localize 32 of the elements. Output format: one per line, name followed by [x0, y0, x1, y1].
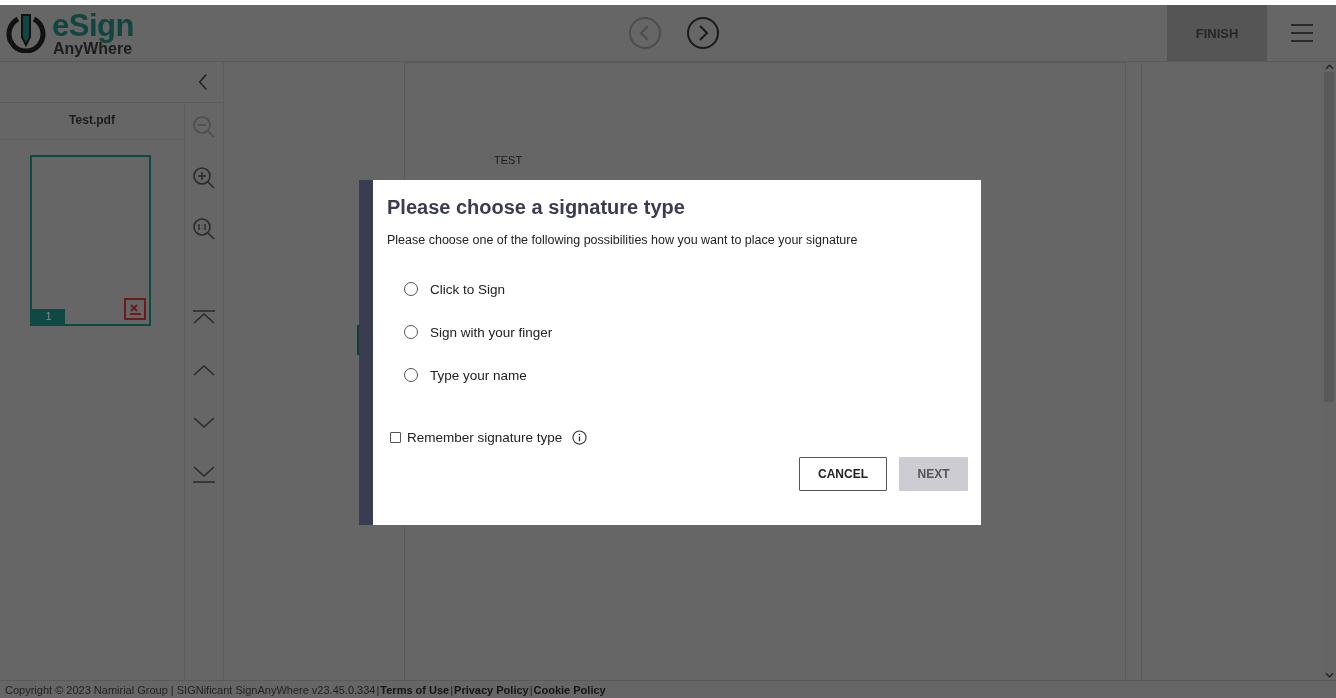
page-thumbnail[interactable]: 1	[30, 155, 151, 326]
pen-logo-icon	[6, 13, 46, 53]
option-label: Type your name	[430, 367, 527, 383]
option-label: Sign with your finger	[430, 324, 553, 340]
collapse-icon[interactable]	[198, 73, 208, 91]
separator: |	[376, 683, 380, 696]
dialog-title: Please choose a signature type	[387, 196, 686, 219]
dialog-description: Please choose one of the following possibilities how you want to place your signature	[387, 233, 859, 247]
footer-link[interactable]: Cookie Policy	[533, 683, 606, 696]
signature-field-icon	[124, 298, 146, 320]
document-text: TEST	[494, 154, 523, 166]
menu-icon[interactable]	[1291, 24, 1313, 42]
checkbox[interactable]	[390, 432, 401, 443]
footer-link[interactable]: Terms of Use	[380, 683, 450, 696]
checkbox-label: Remember signature type	[407, 430, 563, 445]
separator: |	[529, 683, 533, 696]
copyright-text: Copyright © 2023 Namirial Group | SIGNificant SignAnyWhere v23.45.0.334	[5, 683, 376, 696]
page-number: 1	[32, 309, 65, 324]
document-name: Test.pdf	[0, 103, 184, 140]
footer-link[interactable]: Privacy Policy	[454, 683, 529, 696]
scroll-up-icon[interactable]	[1324, 64, 1334, 70]
next-icon[interactable]	[686, 16, 720, 50]
option-label: Click to Sign	[430, 281, 506, 297]
zoom-in-icon[interactable]	[192, 166, 216, 190]
next-button[interactable]: NEXT	[899, 457, 968, 491]
scroll-down-icon[interactable]	[1324, 672, 1334, 678]
info-icon[interactable]	[572, 430, 588, 445]
scrollbar[interactable]	[1322, 62, 1336, 680]
separator: |	[450, 683, 454, 696]
logo-title: eSign	[52, 9, 134, 41]
zoom-actual-icon[interactable]	[192, 217, 216, 241]
cancel-button[interactable]: CANCEL	[799, 457, 887, 491]
